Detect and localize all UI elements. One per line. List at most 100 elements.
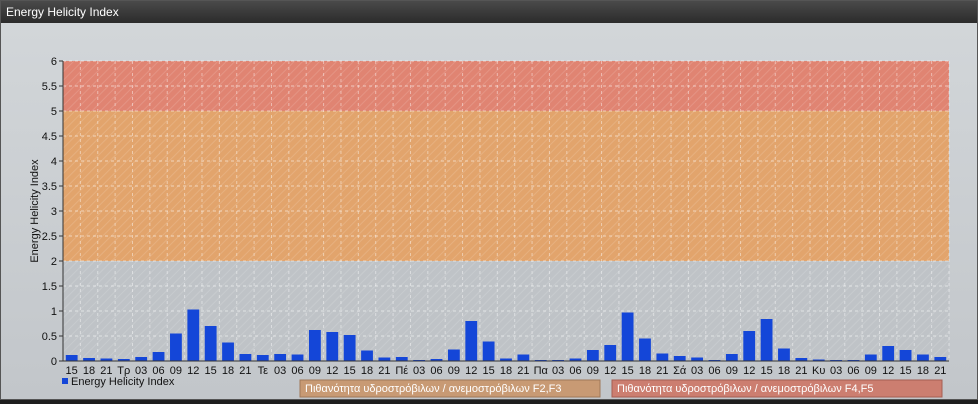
x-tick-label: 18 [917,365,929,377]
bar [621,312,634,361]
legend-band-f2f3-label: Πιθανότητα υδροστρόβιλων / ανεμοστρόβιλω… [305,383,562,395]
x-tick-label: 06 [847,365,859,377]
x-tick-label: 21 [656,365,668,377]
bar [361,350,373,361]
bar [343,335,356,361]
bar [291,354,304,361]
y-tick-label: 5 [51,106,57,118]
y-tick-label: 3 [51,206,57,218]
bar [917,354,929,361]
x-tick-label: 21 [378,365,390,377]
x-tick-label: 09 [309,365,321,377]
bar [239,354,252,361]
y-tick-label: 0.5 [42,331,57,343]
y-tick-label: 4 [51,156,57,168]
x-tick-label: 06 [430,365,442,377]
x-tick-label: 03 [691,365,703,377]
bar [256,355,269,361]
x-tick-label: 18 [639,365,651,377]
x-tick-label: 21 [795,365,807,377]
y-tick-label: 1 [51,306,57,318]
y-tick-label: 4.5 [42,131,57,143]
bar [482,341,495,361]
x-tick-label: 09 [448,365,460,377]
x-tick-label: 12 [187,365,199,377]
x-tick-label: 12 [604,365,616,377]
x-tick-label: Τε [258,365,269,377]
bar [778,348,790,361]
x-tick-label: 12 [882,365,894,377]
x-tick-label: 03 [830,365,842,377]
x-tick-label: 06 [291,365,303,377]
legend-series-swatch [62,378,68,384]
bar [65,355,78,361]
x-tick-label: 18 [778,365,790,377]
bar [725,354,738,361]
x-tick-label: Κυ [812,365,825,377]
bar [326,332,339,361]
y-tick-label: 1.5 [42,281,57,293]
bar [135,357,148,361]
x-tick-label: Σά [673,365,687,377]
bar [882,346,895,361]
bar [378,357,391,361]
bar [743,331,756,361]
bar [465,321,478,361]
y-tick-label: 5.5 [42,81,57,93]
y-tick-label: 0 [51,356,57,368]
x-tick-label: 06 [569,365,581,377]
bar [604,345,617,361]
bar [864,354,877,361]
x-tick-label: 18 [500,365,512,377]
bar [222,342,234,361]
x-tick-label: 21 [517,365,529,377]
x-tick-label: 03 [552,365,564,377]
bar [899,350,912,361]
x-tick-label: 18 [222,365,234,377]
x-tick-label: 09 [726,365,738,377]
bar [308,330,321,361]
y-tick-label: 6 [51,56,57,68]
bar [204,326,217,361]
bar [170,333,182,361]
x-tick-label: 06 [708,365,720,377]
x-tick-label: 21 [239,365,251,377]
bar [517,354,530,361]
bar [274,354,287,361]
x-tick-label: 12 [743,365,755,377]
chart-area: 0 0.5 1 1.5 2 2.5 3 3.5 4 4.5 5 5.5 6 15 18 21 Τρ 03 06 09 1… [1,23,977,399]
bar [586,350,599,361]
x-tick-label: 15 [344,365,356,377]
helicity-chart: 00.511.522.533.544.555.5615 18 21 Τρ 03 06 09 1… [1,23,977,399]
bar [152,352,165,361]
x-tick-label: 09 [865,365,877,377]
x-tick-label: 21 [934,365,946,377]
legend-series-label: Energy Helicity Index [71,376,175,388]
bar [187,309,200,361]
x-tick-label: 09 [587,365,599,377]
bar [934,357,947,361]
x-tick-label: 15 [621,365,633,377]
bar [673,356,686,361]
chart-panel: Energy Helicity Index 0 0.5 1 1.5 2 2.5 3 3.5 4 4… [0,0,978,400]
x-tick-label: 15 [483,365,495,377]
bar [639,338,651,361]
x-tick-label: 15 [760,365,772,377]
x-tick-label: 15 [899,365,911,377]
x-tick-label: 12 [326,365,338,377]
bar [395,357,408,361]
x-tick-label: 03 [274,365,286,377]
x-tick-label: 12 [465,365,477,377]
y-axis-label: Energy Helicity Index [29,159,41,263]
y-tick-label: 2 [51,256,57,268]
x-tick-label: 15 [205,365,217,377]
x-tick-label: Πα [534,365,549,377]
y-tick-label: 2.5 [42,231,57,243]
bar [447,349,460,361]
y-tick-label: 3.5 [42,181,57,193]
bar [656,353,669,361]
x-tick-label: Πέ [395,365,408,377]
bar [760,319,773,361]
x-tick-label: 03 [413,365,425,377]
panel-title: Energy Helicity Index [1,1,977,23]
